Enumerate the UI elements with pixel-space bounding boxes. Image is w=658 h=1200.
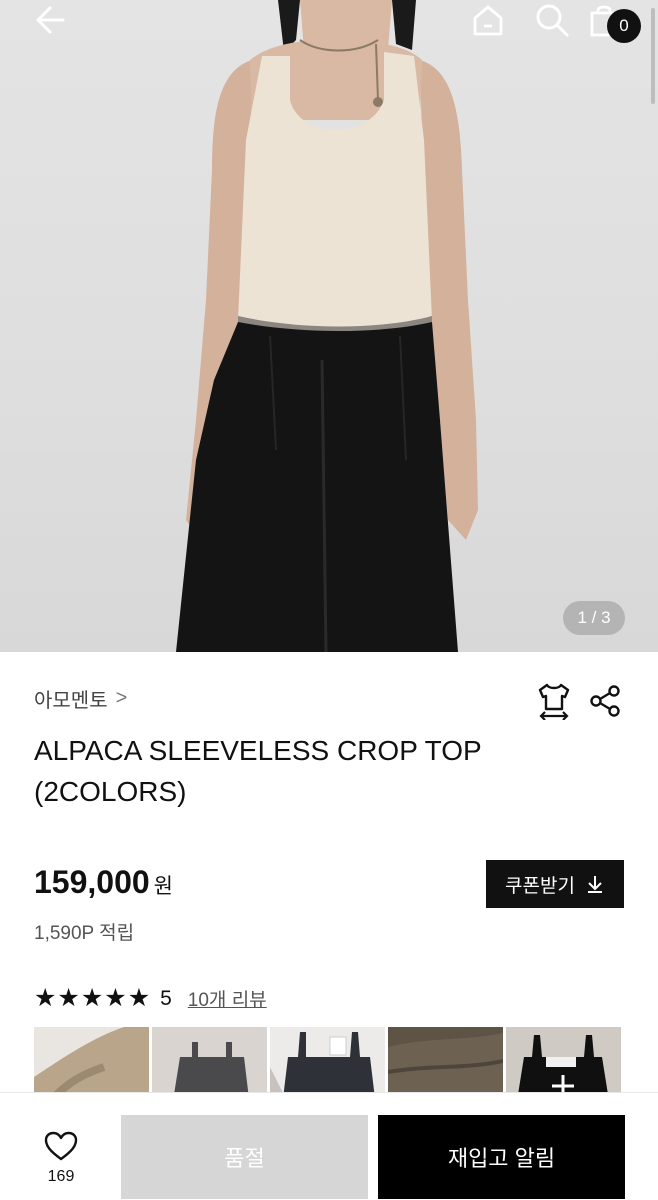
product-title: ALPACA SLEEVELESS CROP TOP (2COLORS) (34, 735, 482, 807)
share-icon (590, 685, 620, 717)
rating-summary: ★ ★ ★ ★ ★ 5 10개 리뷰 (34, 985, 267, 1012)
review-count-link[interactable]: 10개 리뷰 (188, 985, 267, 1012)
heart-icon (44, 1131, 78, 1161)
image-page-indicator: 1 / 3 (563, 601, 625, 635)
brand-link[interactable]: 아모멘토 > (34, 684, 127, 713)
price-value: 159,000 (34, 864, 150, 900)
size-guide-button[interactable] (536, 682, 572, 721)
restock-alert-button[interactable]: 재입고 알림 (378, 1115, 625, 1199)
download-icon (587, 876, 602, 893)
home-icon (473, 5, 503, 36)
back-button[interactable] (28, 0, 72, 40)
price: 159,000 원 (34, 864, 173, 901)
bottom-action-bar: 169 품절 재입고 알림 (0, 1092, 658, 1200)
price-unit: 원 (153, 875, 173, 898)
star-icon: ★ (57, 984, 80, 1012)
share-button[interactable] (587, 682, 623, 720)
coupon-label: 쿠폰받기 (505, 875, 575, 897)
star-rating: ★ ★ ★ ★ ★ (34, 986, 150, 1011)
home-button[interactable] (466, 0, 510, 40)
chevron-right-icon: > (115, 687, 128, 709)
size-guide-icon (538, 683, 570, 721)
product-photo (176, 0, 478, 652)
product-image-gallery[interactable]: 0 1 / 3 (0, 0, 658, 652)
search-icon (536, 4, 569, 37)
rating-value: 5 (160, 986, 172, 1010)
brand-name: 아모멘토 (34, 690, 108, 712)
star-icon: ★ (127, 984, 151, 1012)
like-count: 169 (47, 1168, 75, 1185)
star-icon: ★ (104, 984, 127, 1012)
cart-count-badge: 0 (607, 9, 641, 43)
like-button[interactable]: 169 (30, 1131, 92, 1191)
sold-out-button: 품절 (121, 1115, 368, 1199)
arrow-left-icon (36, 6, 65, 34)
search-button[interactable] (530, 0, 574, 40)
coupon-download-button[interactable]: 쿠폰받기 (486, 860, 624, 908)
star-icon: ★ (80, 984, 104, 1012)
reward-points: 1,590P 적립 (34, 923, 135, 944)
scrollbar[interactable] (651, 8, 655, 104)
star-icon: ★ (34, 984, 57, 1012)
